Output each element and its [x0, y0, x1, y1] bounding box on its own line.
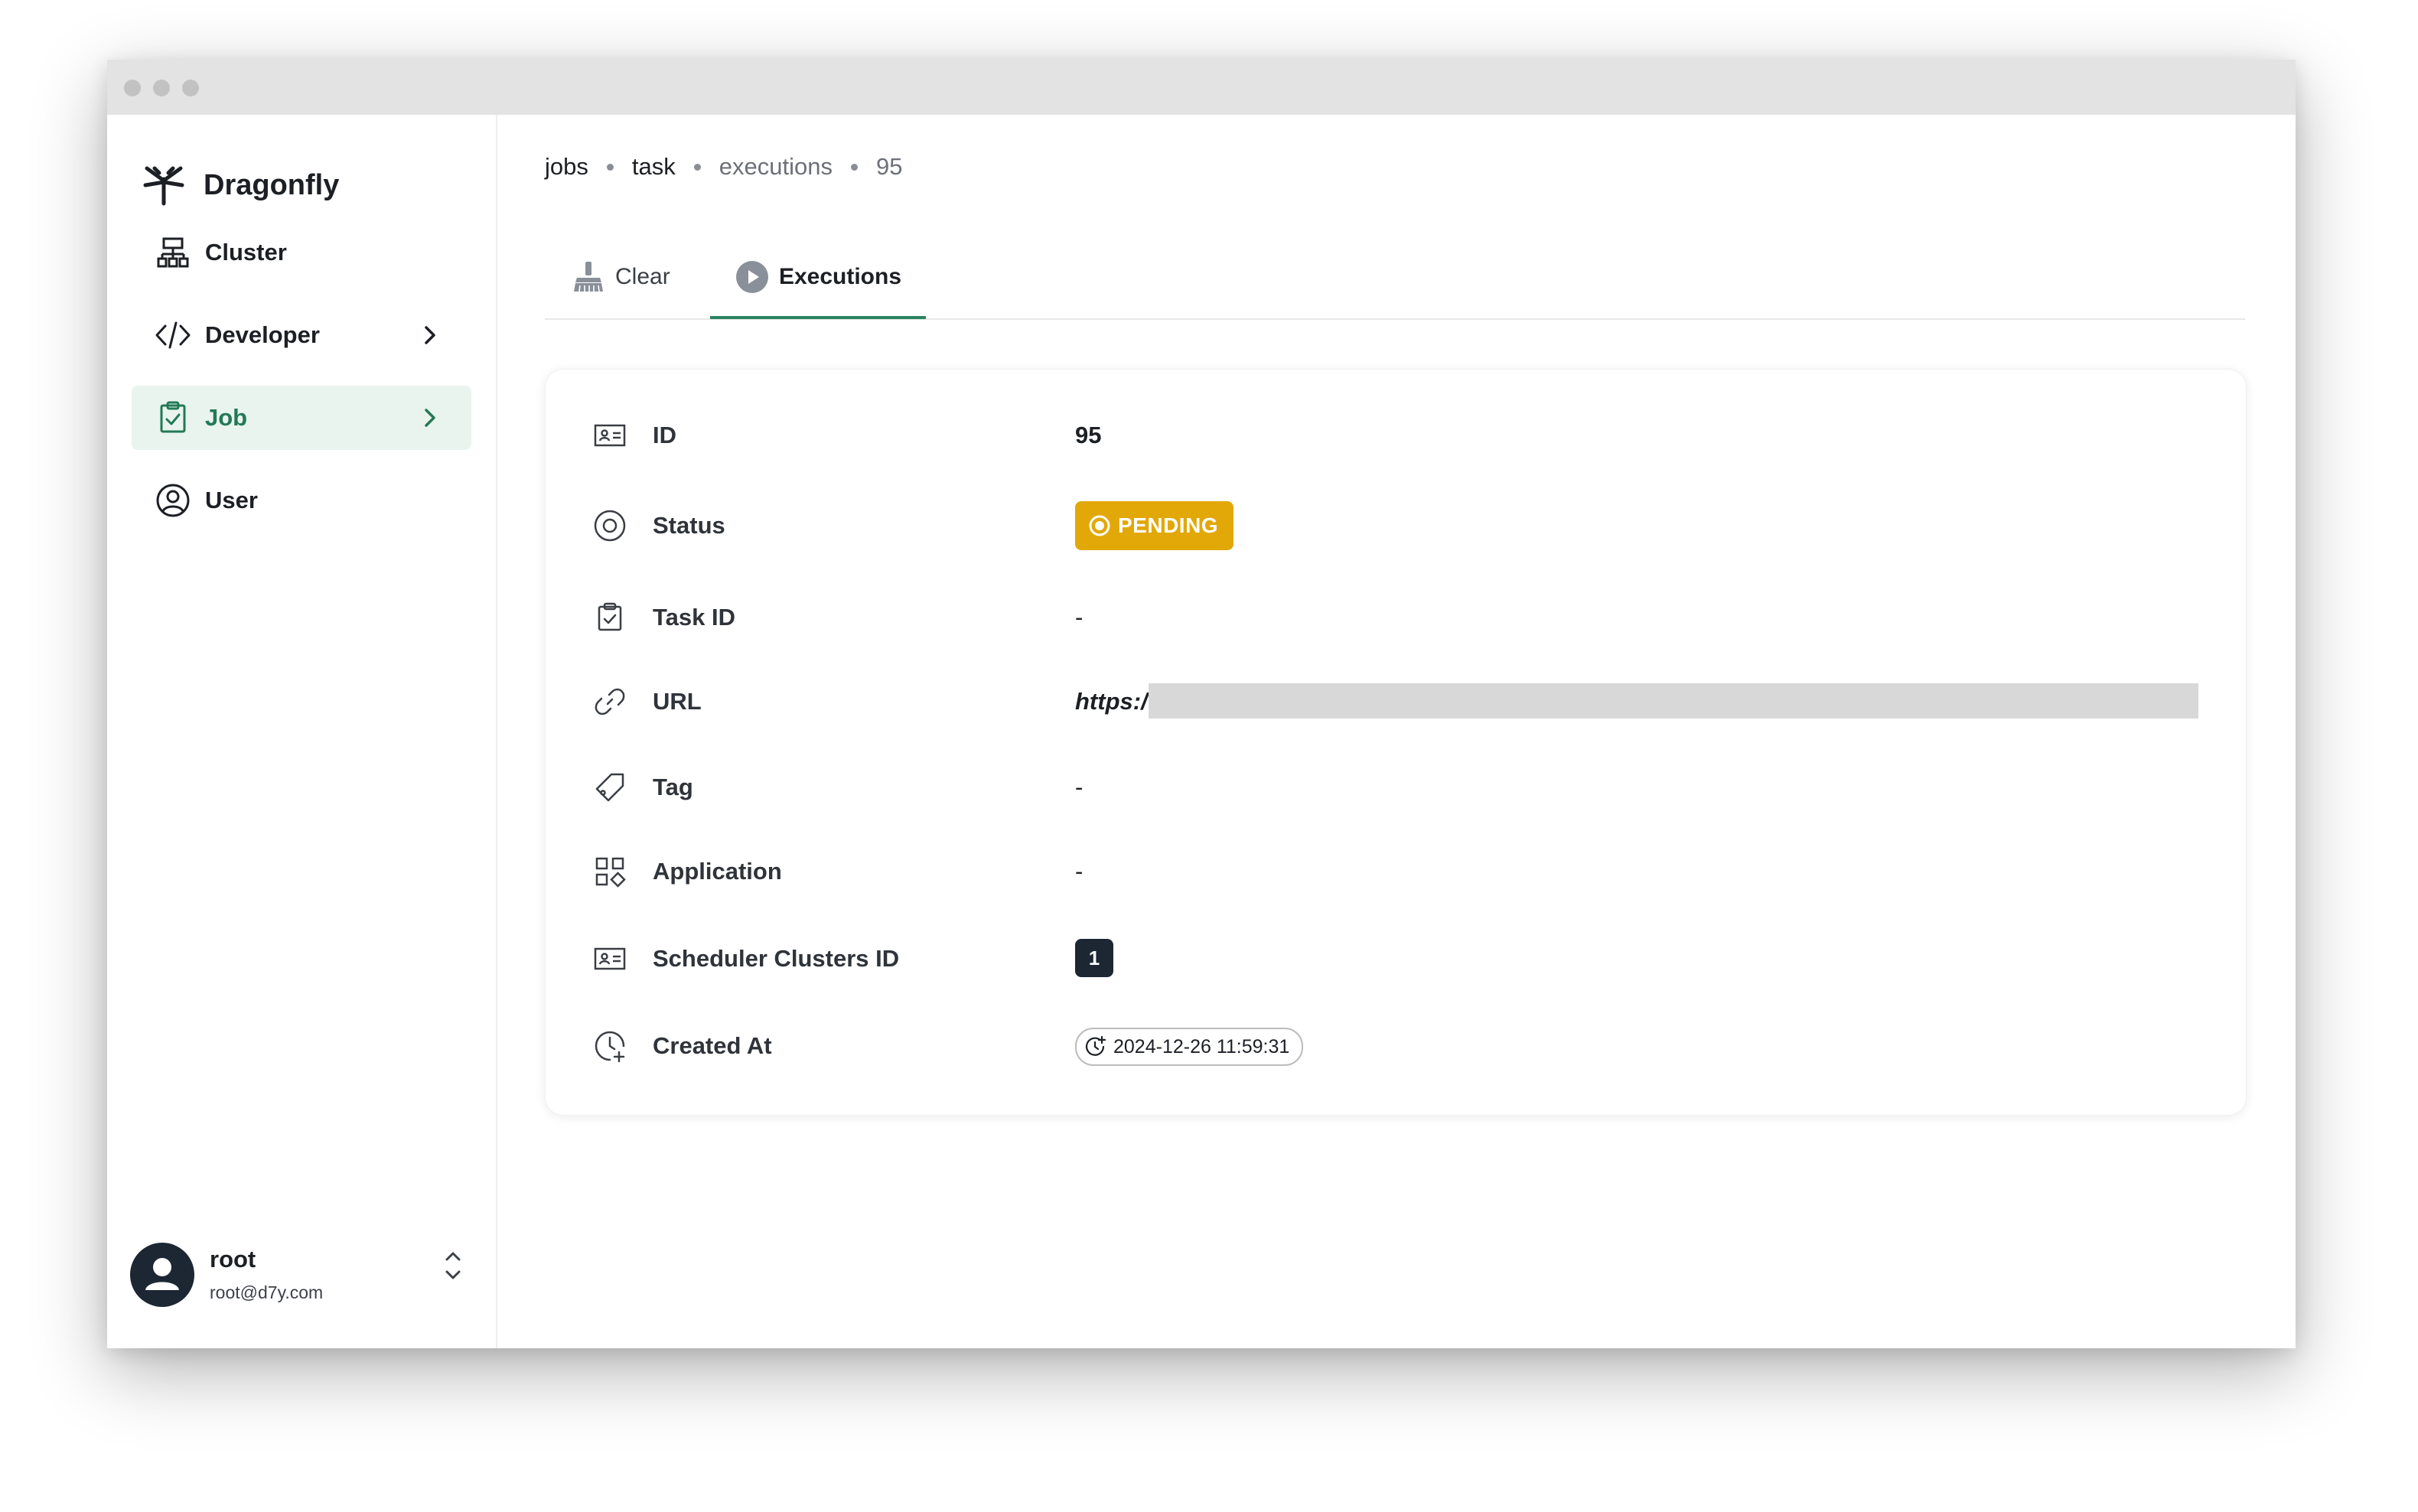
detail-label: Created At — [653, 1032, 772, 1059]
play-circle-icon — [735, 261, 768, 293]
tag-icon — [595, 773, 624, 802]
detail-value-url[interactable]: https:/ — [1075, 688, 1148, 715]
tab-executions-label: Executions — [778, 264, 902, 289]
breadcrumb-task[interactable]: task — [632, 153, 676, 181]
detail-value-id: 95 — [1075, 422, 1102, 448]
user-name: root — [210, 1246, 256, 1272]
id-card-icon — [594, 424, 626, 447]
cluster-icon — [157, 237, 189, 268]
window-titlebar — [107, 60, 2296, 115]
sidebar: Dragonfly Cluster Developer Job User roo… — [107, 115, 497, 1348]
clock-plus-icon — [595, 1031, 625, 1063]
created-at-value: 2024-12-26 11:59:31 — [1113, 1035, 1290, 1057]
detail-label: URL — [653, 688, 702, 715]
app-name: Dragonfly — [204, 168, 340, 201]
breadcrumb-current: 95 — [875, 153, 903, 180]
detail-value-tag: - — [1075, 774, 1084, 800]
detail-label: Task ID — [653, 604, 735, 631]
dragonfly-logo-icon — [143, 166, 184, 206]
created-at-chip: 2024-12-26 11:59:31 — [1075, 1028, 1304, 1066]
tab-clear-label: Clear — [615, 264, 670, 289]
breadcrumb-separator — [606, 163, 614, 171]
redacted-url-block — [1149, 683, 2198, 719]
app-window: Dragonfly Cluster Developer Job User roo… — [107, 60, 2296, 1348]
tab-executions[interactable]: Executions — [710, 237, 926, 319]
detail-label: Scheduler Clusters ID — [653, 945, 900, 972]
clipboard-check-icon — [160, 401, 186, 433]
clock-refresh-icon — [1085, 1035, 1106, 1056]
execution-details-card: ID 95 Status PENDING Task ID - URL https… — [545, 369, 2247, 1116]
tab-clear[interactable]: Clear — [571, 237, 670, 317]
status-badge-label: PENDING — [1118, 513, 1219, 537]
detail-row-tag: Tag - — [546, 760, 2246, 815]
detail-label: Application — [653, 858, 782, 885]
detail-row-created-at: Created At 2024-12-26 11:59:31 — [546, 1018, 2246, 1074]
sidebar-item-job[interactable]: Job — [132, 386, 471, 450]
sidebar-item-label: Job — [205, 404, 248, 431]
detail-row-id: ID 95 — [546, 408, 2246, 463]
tab-bar: Clear Executions — [545, 237, 2245, 320]
detail-label: ID — [653, 422, 676, 448]
breadcrumb-executions: executions — [719, 153, 833, 180]
sidebar-item-label: User — [205, 487, 258, 513]
user-email: root@d7y.com — [210, 1282, 324, 1302]
avatar — [130, 1243, 194, 1307]
main-content: jobs task executions 95 Clear Executions… — [497, 115, 2296, 1348]
chevron-right-icon — [425, 326, 435, 344]
detail-label: Tag — [653, 774, 693, 800]
id-card-icon — [594, 947, 626, 970]
pending-dot-icon — [1089, 515, 1110, 536]
breadcrumb-jobs[interactable]: jobs — [545, 153, 588, 181]
broom-icon — [574, 262, 603, 292]
detail-row-application: Application - — [546, 844, 2246, 899]
user-circle-icon — [156, 484, 190, 517]
sidebar-item-label: Cluster — [205, 239, 287, 266]
detail-row-url: URL https:/ — [546, 674, 2246, 729]
detail-label: Status — [653, 512, 725, 539]
window-close-dot[interactable] — [124, 80, 141, 96]
scheduler-cluster-id-chip[interactable]: 1 — [1075, 939, 1113, 977]
chevron-right-icon — [425, 409, 435, 427]
screenshot-stage: Dragonfly Cluster Developer Job User roo… — [0, 0, 2418, 1512]
sidebar-item-label: Developer — [205, 321, 320, 348]
status-badge: PENDING — [1075, 501, 1234, 550]
window-zoom-dot[interactable] — [182, 80, 199, 96]
window-minimize-dot[interactable] — [153, 80, 170, 96]
breadcrumb-separator — [693, 163, 701, 171]
breadcrumb-separator — [850, 163, 858, 171]
chevron-up-down-icon[interactable] — [439, 1247, 467, 1284]
app-logo[interactable]: Dragonfly — [141, 161, 339, 210]
sidebar-item-developer[interactable]: Developer — [132, 303, 471, 367]
active-tab-indicator — [710, 316, 926, 319]
sidebar-item-cluster[interactable]: Cluster — [132, 220, 471, 285]
user-account-menu[interactable]: root root@d7y.com — [130, 1241, 467, 1310]
apps-grid-icon — [595, 857, 626, 888]
status-target-icon — [594, 510, 626, 542]
clipboard-check-icon — [598, 602, 622, 631]
sidebar-item-user[interactable]: User — [132, 468, 471, 533]
detail-row-task-id: Task ID - — [546, 590, 2246, 645]
code-icon — [155, 321, 191, 349]
link-icon — [595, 688, 625, 715]
detail-row-scheduler-clusters-id: Scheduler Clusters ID 1 — [546, 931, 2246, 986]
detail-value-application: - — [1075, 858, 1084, 885]
breadcrumb: jobs task executions 95 — [545, 153, 902, 181]
user-avatar-icon — [145, 1258, 179, 1290]
detail-row-status: Status PENDING — [546, 498, 2246, 553]
detail-value-task-id: - — [1075, 604, 1084, 631]
